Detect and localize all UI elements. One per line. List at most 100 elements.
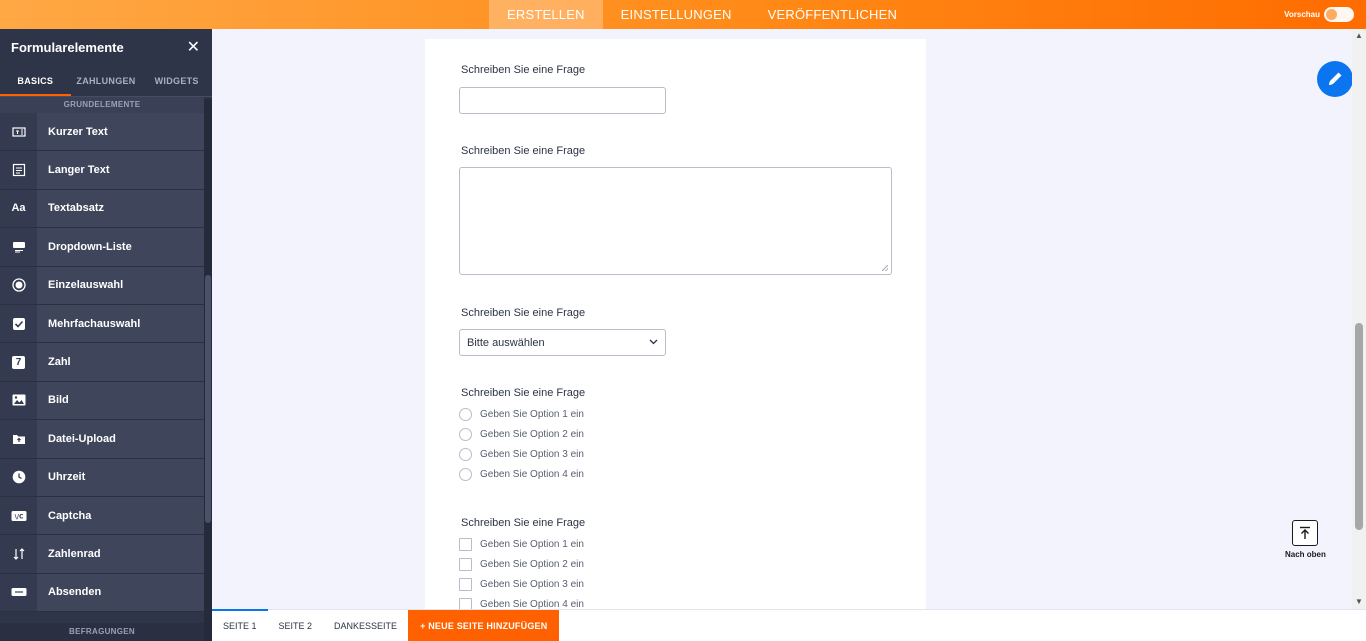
radio-button[interactable] [459,448,472,461]
option-label: Geben Sie Option 2 ein [480,429,584,440]
svg-text:\/C: \/C [14,513,23,520]
radio-option[interactable]: Geben Sie Option 4 ein [459,468,584,481]
form-elements-sidebar: Formularelemente ✕ BASICS ZAHLUNGEN WIDG… [0,29,212,641]
tab-einstellungen[interactable]: EINSTELLUNGEN [603,0,750,29]
checkbox[interactable] [459,578,472,591]
top-bar: ERSTELLEN EINSTELLUNGEN VERÖFFENTLICHEN … [0,0,1366,29]
option-label: Geben Sie Option 1 ein [480,539,584,550]
question-label[interactable]: Schreiben Sie eine Frage [461,307,585,319]
option-label: Geben Sie Option 3 ein [480,449,584,460]
tab-veroeffentlichen[interactable]: VERÖFFENTLICHEN [750,0,915,29]
paragraph-icon: Aa [0,189,37,228]
sidebar-item-absenden[interactable]: Absenden [0,573,204,613]
back-to-top-label: Nach oben [1285,550,1326,559]
option-label: Geben Sie Option 2 ein [480,559,584,570]
sidebar-tab-zahlungen[interactable]: ZAHLUNGEN [71,65,142,96]
radio-option[interactable]: Geben Sie Option 2 ein [459,428,584,441]
sidebar-item-uhrzeit[interactable]: Uhrzeit [0,458,204,497]
sidebar-tabs: BASICS ZAHLUNGEN WIDGETS [0,65,212,97]
sidebar-item-label: Zahlenrad [37,535,204,573]
page-tab-dankesseite[interactable]: DANKESSEITE [323,610,408,641]
clock-icon [0,458,37,496]
file-upload-icon [0,420,37,458]
question-label[interactable]: Schreiben Sie eine Frage [461,145,585,157]
arrow-up-icon [1292,520,1318,546]
submit-icon [0,573,37,612]
sidebar-tab-widgets[interactable]: WIDGETS [141,65,212,96]
radio-button[interactable] [459,468,472,481]
sidebar-element-list: Kurzer Text Langer Text Aa Textabsatz Dr… [0,113,204,613]
sidebar-item-label: Bild [37,381,204,420]
sidebar-item-dropdown-liste[interactable]: Dropdown-Liste [0,228,204,267]
sidebar-item-datei-upload[interactable]: Datei-Upload [0,420,204,459]
sidebar-item-einzelauswahl[interactable]: Einzelauswahl [0,266,204,305]
checkbox-option[interactable]: Geben Sie Option 1 ein [459,538,584,551]
question-label[interactable]: Schreiben Sie eine Frage [461,64,585,76]
preview-toggle[interactable] [1324,7,1354,22]
form-designer-button[interactable] [1317,61,1353,97]
sidebar-tab-basics[interactable]: BASICS [0,65,71,96]
sidebar-item-langer-text[interactable]: Langer Text [0,151,204,190]
scroll-up-arrow-icon[interactable]: ▲ [1352,29,1366,43]
checkbox[interactable] [459,538,472,551]
sidebar-item-label: Zahl [37,343,204,381]
add-page-button[interactable]: + NEUE SEITE HINZUFÜGEN [408,610,560,641]
question-label[interactable]: Schreiben Sie eine Frage [461,517,585,529]
sidebar-item-zahl[interactable]: 7 Zahl [0,343,204,382]
option-label: Geben Sie Option 3 ein [480,579,584,590]
question-label[interactable]: Schreiben Sie eine Frage [461,387,585,399]
sidebar-item-label: Captcha [37,496,204,535]
sidebar-item-label: Einzelauswahl [37,266,204,304]
checkbox[interactable] [459,598,472,609]
sidebar-section-title: GRUNDELEMENTE [0,97,204,113]
scroll-down-arrow-icon[interactable]: ▼ [1352,595,1366,609]
radio-option[interactable]: Geben Sie Option 3 ein [459,448,584,461]
sidebar-item-label: Kurzer Text [37,113,204,151]
close-icon[interactable]: ✕ [187,37,200,57]
checkbox-icon [0,304,37,343]
radio-icon [0,266,37,304]
sidebar-scrollbar-thumb[interactable] [205,275,211,523]
resize-handle-icon[interactable] [882,265,888,271]
radio-option[interactable]: Geben Sie Option 1 ein [459,408,584,421]
sidebar-item-mehrfachauswahl[interactable]: Mehrfachauswahl [0,304,204,344]
spinner-icon [0,535,37,573]
preview-label: Vorschau [1284,10,1320,19]
page-tab-seite-2[interactable]: SEITE 2 [268,610,324,641]
preview-control: Vorschau [1284,7,1354,22]
option-label: Geben Sie Option 1 ein [480,409,584,420]
sidebar-scrollbar[interactable] [204,99,212,641]
sidebar-item-label: Datei-Upload [37,420,204,458]
sidebar-item-kurzer-text[interactable]: Kurzer Text [0,113,204,152]
sidebar-item-label: Uhrzeit [37,458,204,496]
sidebar-item-label: Langer Text [37,151,204,189]
number-glyph: 7 [12,355,25,369]
main-scrollbar[interactable]: ▲ ▼ [1352,29,1366,609]
checkbox[interactable] [459,558,472,571]
page-tab-seite-1[interactable]: SEITE 1 [212,609,268,641]
option-label: Geben Sie Option 4 ein [480,599,584,609]
radio-button[interactable] [459,428,472,441]
dropdown-selected-value: Bitte auswählen [467,336,545,349]
sidebar-item-captcha[interactable]: \/C Captcha [0,496,204,536]
dropdown-select[interactable]: Bitte auswählen [459,329,666,356]
long-text-textarea[interactable] [459,167,892,275]
sidebar-header: Formularelemente ✕ [0,29,212,65]
sidebar-item-label: Absenden [37,573,204,612]
checkbox-option[interactable]: Geben Sie Option 2 ein [459,558,584,571]
back-to-top-button[interactable]: Nach oben [1285,520,1326,559]
sidebar-item-bild[interactable]: Bild [0,381,204,421]
paint-roller-icon [1329,72,1342,85]
sidebar-item-zahlenrad[interactable]: Zahlenrad [0,535,204,574]
number-icon: 7 [0,343,37,381]
main-scrollbar-thumb[interactable] [1355,323,1363,530]
sidebar-item-textabsatz[interactable]: Aa Textabsatz [0,189,204,229]
dropdown-icon [0,228,37,266]
tab-erstellen[interactable]: ERSTELLEN [489,0,603,29]
radio-button[interactable] [459,408,472,421]
sidebar-section-befragungen: BEFRAGUNGEN [0,623,204,641]
short-text-icon [0,113,37,151]
checkbox-option[interactable]: Geben Sie Option 3 ein [459,578,584,591]
checkbox-option[interactable]: Geben Sie Option 4 ein [459,598,584,609]
short-text-input[interactable] [459,87,666,114]
